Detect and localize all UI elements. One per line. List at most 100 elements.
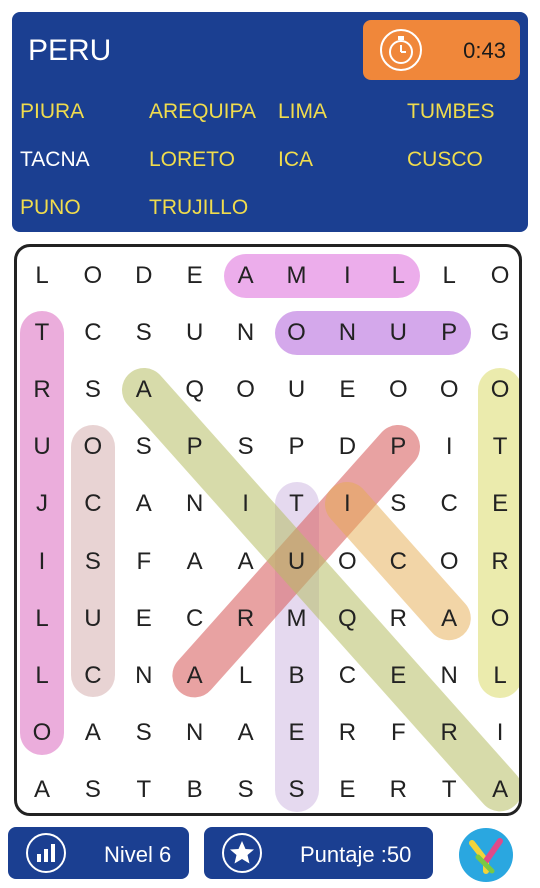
grid-cell[interactable]: C: [68, 304, 118, 361]
grid-cell[interactable]: O: [475, 590, 519, 647]
grid-cell[interactable]: S: [68, 761, 118, 813]
grid-cell[interactable]: T: [424, 761, 474, 813]
grid-cell[interactable]: T: [272, 475, 322, 532]
grid-cell[interactable]: L: [17, 247, 67, 304]
grid-cell[interactable]: G: [475, 304, 519, 361]
grid-cell[interactable]: R: [424, 704, 474, 761]
grid-cell[interactable]: N: [424, 647, 474, 704]
grid-cell[interactable]: N: [170, 475, 220, 532]
grid-cell[interactable]: O: [322, 533, 372, 590]
grid-cell[interactable]: N: [322, 304, 372, 361]
grid-cell[interactable]: R: [221, 590, 271, 647]
grid-cell[interactable]: A: [221, 247, 271, 304]
grid-cell[interactable]: A: [68, 704, 118, 761]
grid-cell[interactable]: B: [170, 761, 220, 813]
grid-cell[interactable]: O: [424, 533, 474, 590]
grid-cell[interactable]: C: [68, 475, 118, 532]
grid-cell[interactable]: O: [68, 247, 118, 304]
grid-cell[interactable]: C: [322, 647, 372, 704]
grid-cell[interactable]: M: [272, 247, 322, 304]
grid-cell[interactable]: S: [221, 761, 271, 813]
grid-cell[interactable]: C: [424, 475, 474, 532]
grid-cell[interactable]: O: [272, 304, 322, 361]
grid-cell[interactable]: O: [221, 361, 271, 418]
grid-cell[interactable]: S: [68, 533, 118, 590]
word-search-board[interactable]: LODEAMILLOTCSUNONUPGRSAQOUEOOOUOSPSPDPIT…: [14, 244, 522, 816]
grid-cell[interactable]: M: [272, 590, 322, 647]
grid-cell[interactable]: S: [119, 704, 169, 761]
grid-cell[interactable]: T: [119, 761, 169, 813]
grid-cell[interactable]: U: [373, 304, 423, 361]
grid-cell[interactable]: A: [475, 761, 519, 813]
grid-cell[interactable]: E: [170, 247, 220, 304]
grid-cell[interactable]: L: [373, 247, 423, 304]
grid-cell[interactable]: C: [373, 533, 423, 590]
grid-cell[interactable]: O: [475, 247, 519, 304]
grid-cell[interactable]: E: [475, 475, 519, 532]
grid-cell[interactable]: R: [322, 704, 372, 761]
grid-cell[interactable]: P: [424, 304, 474, 361]
grid-cell[interactable]: U: [68, 590, 118, 647]
grid-cell[interactable]: N: [119, 647, 169, 704]
grid-cell[interactable]: L: [17, 590, 67, 647]
grid-cell[interactable]: E: [322, 361, 372, 418]
grid-cell[interactable]: F: [119, 533, 169, 590]
grid-cell[interactable]: B: [272, 647, 322, 704]
grid-cell[interactable]: A: [17, 761, 67, 813]
grid-cell[interactable]: S: [373, 475, 423, 532]
grid-cell[interactable]: L: [221, 647, 271, 704]
letter-grid[interactable]: LODEAMILLOTCSUNONUPGRSAQOUEOOOUOSPSPDPIT…: [17, 247, 519, 813]
grid-cell[interactable]: L: [424, 247, 474, 304]
grid-cell[interactable]: A: [119, 361, 169, 418]
grid-cell[interactable]: L: [17, 647, 67, 704]
grid-cell[interactable]: R: [373, 761, 423, 813]
grid-cell[interactable]: C: [170, 590, 220, 647]
grid-cell[interactable]: U: [17, 418, 67, 475]
grid-cell[interactable]: N: [221, 304, 271, 361]
grid-cell[interactable]: P: [373, 418, 423, 475]
grid-cell[interactable]: A: [170, 647, 220, 704]
grid-cell[interactable]: I: [424, 418, 474, 475]
grid-cell[interactable]: S: [272, 761, 322, 813]
grid-cell[interactable]: N: [170, 704, 220, 761]
grid-cell[interactable]: A: [170, 533, 220, 590]
grid-cell[interactable]: S: [68, 361, 118, 418]
grid-cell[interactable]: Q: [322, 590, 372, 647]
grid-cell[interactable]: P: [272, 418, 322, 475]
grid-cell[interactable]: U: [272, 361, 322, 418]
grid-cell[interactable]: R: [17, 361, 67, 418]
grid-cell[interactable]: O: [424, 361, 474, 418]
grid-cell[interactable]: E: [322, 761, 372, 813]
grid-cell[interactable]: O: [373, 361, 423, 418]
grid-cell[interactable]: I: [322, 475, 372, 532]
grid-cell[interactable]: S: [119, 418, 169, 475]
grid-cell[interactable]: O: [17, 704, 67, 761]
grid-cell[interactable]: Q: [170, 361, 220, 418]
grid-cell[interactable]: T: [475, 418, 519, 475]
grid-cell[interactable]: P: [170, 418, 220, 475]
grid-cell[interactable]: I: [322, 247, 372, 304]
grid-cell[interactable]: S: [221, 418, 271, 475]
grid-cell[interactable]: I: [221, 475, 271, 532]
grid-cell[interactable]: R: [475, 533, 519, 590]
grid-cell[interactable]: C: [68, 647, 118, 704]
grid-cell[interactable]: J: [17, 475, 67, 532]
grid-cell[interactable]: A: [221, 704, 271, 761]
grid-cell[interactable]: T: [17, 304, 67, 361]
grid-cell[interactable]: A: [119, 475, 169, 532]
grid-cell[interactable]: E: [373, 647, 423, 704]
grid-cell[interactable]: A: [424, 590, 474, 647]
grid-cell[interactable]: R: [373, 590, 423, 647]
grid-cell[interactable]: D: [119, 247, 169, 304]
grid-cell[interactable]: S: [119, 304, 169, 361]
grid-cell[interactable]: I: [475, 704, 519, 761]
grid-cell[interactable]: U: [272, 533, 322, 590]
grid-cell[interactable]: U: [170, 304, 220, 361]
grid-cell[interactable]: O: [475, 361, 519, 418]
grid-cell[interactable]: E: [272, 704, 322, 761]
grid-cell[interactable]: L: [475, 647, 519, 704]
grid-cell[interactable]: O: [68, 418, 118, 475]
grid-cell[interactable]: A: [221, 533, 271, 590]
grid-cell[interactable]: I: [17, 533, 67, 590]
grid-cell[interactable]: F: [373, 704, 423, 761]
